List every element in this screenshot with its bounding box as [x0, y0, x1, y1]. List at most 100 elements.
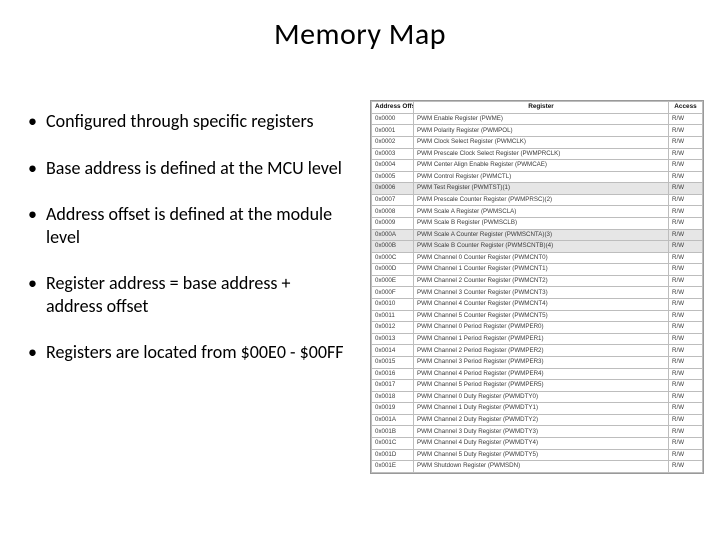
- cell-register: PWM Shutdown Register (PWMSDN): [414, 461, 669, 473]
- cell-access: R/W: [669, 368, 703, 380]
- cell-register: PWM Channel 3 Counter Register (PWMCNT3): [414, 287, 669, 299]
- cell-offset: 0x0005: [372, 171, 414, 183]
- cell-offset: 0x000E: [372, 275, 414, 287]
- cell-access: R/W: [669, 113, 703, 125]
- cell-access: R/W: [669, 449, 703, 461]
- table-row: 0x0014PWM Channel 2 Period Register (PWM…: [372, 345, 703, 357]
- cell-offset: 0x0018: [372, 391, 414, 403]
- cell-register: PWM Scale A Register (PWMSCLA): [414, 206, 669, 218]
- cell-offset: 0x0011: [372, 310, 414, 322]
- table-row: 0x001APWM Channel 2 Duty Register (PWMDT…: [372, 414, 703, 426]
- cell-access: R/W: [669, 264, 703, 276]
- cell-offset: 0x0008: [372, 206, 414, 218]
- cell-register: PWM Channel 5 Duty Register (PWMDTY5): [414, 449, 669, 461]
- cell-register: PWM Clock Select Register (PWMCLK): [414, 136, 669, 148]
- cell-offset: 0x000A: [372, 229, 414, 241]
- cell-access: R/W: [669, 275, 703, 287]
- cell-register: PWM Channel 2 Duty Register (PWMDTY2): [414, 414, 669, 426]
- table-row: 0x0009PWM Scale B Register (PWMSCLB)R/W: [372, 217, 703, 229]
- register-table: Address Offset Register Access 0x0000PWM…: [371, 101, 703, 473]
- cell-access: R/W: [669, 136, 703, 148]
- cell-offset: 0x0015: [372, 356, 414, 368]
- cell-access: R/W: [669, 217, 703, 229]
- table-row: 0x0000PWM Enable Register (PWME)R/W: [372, 113, 703, 125]
- cell-register: PWM Scale B Counter Register (PWMSCNTB)(…: [414, 241, 669, 253]
- bullet-list: Configured through specific registers Ba…: [28, 110, 348, 364]
- cell-access: R/W: [669, 206, 703, 218]
- cell-access: R/W: [669, 356, 703, 368]
- table-row: 0x0002PWM Clock Select Register (PWMCLK)…: [372, 136, 703, 148]
- cell-access: R/W: [669, 403, 703, 415]
- table-row: 0x0019PWM Channel 1 Duty Register (PWMDT…: [372, 403, 703, 415]
- cell-access: R/W: [669, 391, 703, 403]
- cell-access: R/W: [669, 183, 703, 195]
- table-row: 0x0018PWM Channel 0 Duty Register (PWMDT…: [372, 391, 703, 403]
- cell-offset: 0x001C: [372, 437, 414, 449]
- table-row: 0x0005PWM Control Register (PWMCTL)R/W: [372, 171, 703, 183]
- cell-offset: 0x001B: [372, 426, 414, 438]
- list-item: Configured through specific registers: [28, 110, 348, 133]
- cell-register: PWM Channel 5 Period Register (PWMPER5): [414, 380, 669, 392]
- cell-register: PWM Prescale Counter Register (PWMPRSC)(…: [414, 194, 669, 206]
- table-row: 0x0010PWM Channel 4 Counter Register (PW…: [372, 299, 703, 311]
- cell-register: PWM Channel 4 Duty Register (PWMDTY4): [414, 437, 669, 449]
- cell-register: PWM Test Register (PWMTST)(1): [414, 183, 669, 195]
- cell-access: R/W: [669, 194, 703, 206]
- cell-register: PWM Channel 2 Counter Register (PWMCNT2): [414, 275, 669, 287]
- table-row: 0x0013PWM Channel 1 Period Register (PWM…: [372, 333, 703, 345]
- col-header-access: Access: [669, 102, 703, 114]
- table-row: 0x0015PWM Channel 3 Period Register (PWM…: [372, 356, 703, 368]
- table-row: 0x0017PWM Channel 5 Period Register (PWM…: [372, 380, 703, 392]
- cell-register: PWM Control Register (PWMCTL): [414, 171, 669, 183]
- cell-offset: 0x0016: [372, 368, 414, 380]
- table-row: 0x001CPWM Channel 4 Duty Register (PWMDT…: [372, 437, 703, 449]
- table-row: 0x0001PWM Polarity Register (PWMPOL)R/W: [372, 125, 703, 137]
- table-row: 0x000EPWM Channel 2 Counter Register (PW…: [372, 275, 703, 287]
- cell-offset: 0x000D: [372, 264, 414, 276]
- cell-access: R/W: [669, 322, 703, 334]
- cell-register: PWM Scale B Register (PWMSCLB): [414, 217, 669, 229]
- cell-register: PWM Channel 5 Counter Register (PWMCNT5): [414, 310, 669, 322]
- table-body: 0x0000PWM Enable Register (PWME)R/W0x000…: [372, 113, 703, 472]
- cell-access: R/W: [669, 125, 703, 137]
- cell-register: PWM Channel 3 Period Register (PWMPER3): [414, 356, 669, 368]
- table-row: 0x000FPWM Channel 3 Counter Register (PW…: [372, 287, 703, 299]
- table-row: 0x0016PWM Channel 4 Period Register (PWM…: [372, 368, 703, 380]
- table-header-row: Address Offset Register Access: [372, 102, 703, 114]
- cell-access: R/W: [669, 333, 703, 345]
- cell-access: R/W: [669, 461, 703, 473]
- cell-access: R/W: [669, 160, 703, 172]
- list-item: Address offset is defined at the module …: [28, 203, 348, 248]
- cell-offset: 0x0009: [372, 217, 414, 229]
- cell-access: R/W: [669, 229, 703, 241]
- cell-access: R/W: [669, 148, 703, 160]
- cell-offset: 0x0006: [372, 183, 414, 195]
- cell-register: PWM Prescale Clock Select Register (PWMP…: [414, 148, 669, 160]
- cell-register: PWM Channel 1 Counter Register (PWMCNT1): [414, 264, 669, 276]
- table-row: 0x001DPWM Channel 5 Duty Register (PWMDT…: [372, 449, 703, 461]
- table-row: 0x000BPWM Scale B Counter Register (PWMS…: [372, 241, 703, 253]
- cell-offset: 0x000B: [372, 241, 414, 253]
- list-item: Registers are located from $00E0 - $00FF: [28, 341, 348, 364]
- cell-offset: 0x0014: [372, 345, 414, 357]
- cell-offset: 0x001E: [372, 461, 414, 473]
- cell-access: R/W: [669, 437, 703, 449]
- cell-access: R/W: [669, 380, 703, 392]
- cell-access: R/W: [669, 310, 703, 322]
- table-row: 0x0011PWM Channel 5 Counter Register (PW…: [372, 310, 703, 322]
- table-row: 0x001BPWM Channel 3 Duty Register (PWMDT…: [372, 426, 703, 438]
- table-row: 0x000APWM Scale A Counter Register (PWMS…: [372, 229, 703, 241]
- list-item: Register address = base address + addres…: [28, 272, 348, 317]
- cell-register: PWM Channel 0 Counter Register (PWMCNT0): [414, 252, 669, 264]
- cell-offset: 0x0004: [372, 160, 414, 172]
- cell-register: PWM Polarity Register (PWMPOL): [414, 125, 669, 137]
- table-row: 0x000DPWM Channel 1 Counter Register (PW…: [372, 264, 703, 276]
- table-row: 0x0007PWM Prescale Counter Register (PWM…: [372, 194, 703, 206]
- register-table-image: Address Offset Register Access 0x0000PWM…: [370, 100, 704, 474]
- cell-register: PWM Channel 4 Period Register (PWMPER4): [414, 368, 669, 380]
- cell-access: R/W: [669, 345, 703, 357]
- cell-access: R/W: [669, 287, 703, 299]
- cell-offset: 0x0010: [372, 299, 414, 311]
- cell-offset: 0x0000: [372, 113, 414, 125]
- cell-offset: 0x0002: [372, 136, 414, 148]
